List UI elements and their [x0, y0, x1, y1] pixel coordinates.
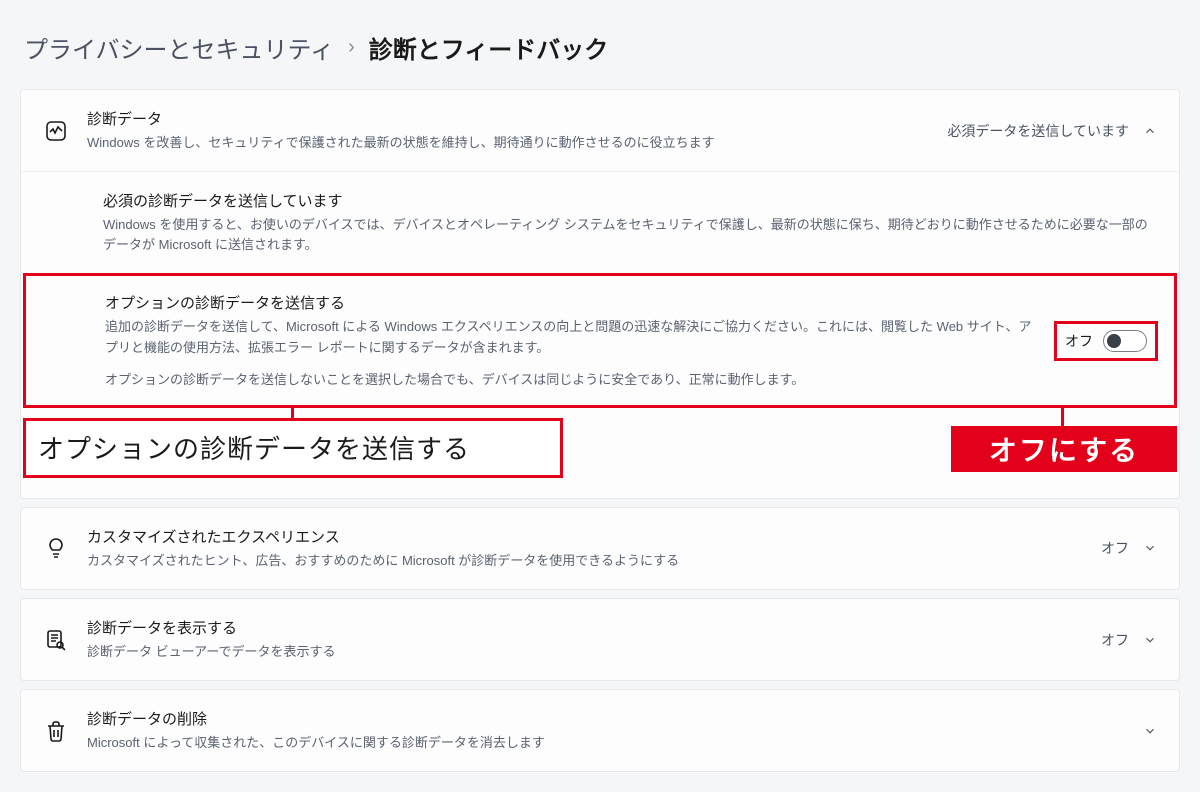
required-desc: Windows を使用すると、お使いのデバイスでは、デバイスとオペレーティング … [103, 215, 1157, 255]
row-tailored[interactable]: カスタマイズされたエクスペリエンス カスタマイズされたヒント、広告、おすすめのた… [21, 508, 1179, 589]
chevron-up-icon [1143, 124, 1157, 138]
card-diagnostic-data: 診断データ Windows を改善し、セキュリティで保護された最新の状態を維持し… [20, 89, 1180, 499]
delete-desc: Microsoft によって収集された、このデバイスに関する診断データを消去しま… [87, 733, 1125, 753]
diagnostic-title: 診断データ [87, 108, 929, 129]
delete-title: 診断データの削除 [87, 708, 1125, 729]
annotation-layer: オプションの診断データを送信する オフにする [21, 408, 1179, 488]
chevron-down-icon [1143, 541, 1157, 555]
required-title: 必須の診断データを送信しています [103, 190, 1157, 211]
annotation-right-label: オフにする [951, 426, 1177, 472]
toggle-knob [1107, 334, 1121, 348]
breadcrumb-separator: › [348, 36, 355, 59]
tailored-status: オフ [1101, 538, 1129, 558]
annotation-left-label: オプションの診断データを送信する [23, 418, 563, 478]
trash-icon [43, 719, 69, 743]
optional-toggle[interactable] [1103, 330, 1147, 352]
card-view-data: 診断データを表示する 診断データ ビューアーでデータを表示する オフ [20, 598, 1180, 681]
row-delete-data[interactable]: 診断データの削除 Microsoft によって収集された、このデバイスに関する診… [21, 690, 1179, 771]
optional-toggle-label: オフ [1065, 331, 1093, 351]
diagnostic-desc: Windows を改善し、セキュリティで保護された最新の状態を維持し、期待通りに… [87, 133, 929, 153]
optional-title: オプションの診断データを送信する [105, 292, 1039, 313]
tailored-title: カスタマイズされたエクスペリエンス [87, 526, 1083, 547]
row-diagnostic-data-header[interactable]: 診断データ Windows を改善し、セキュリティで保護された最新の状態を維持し… [21, 90, 1179, 171]
card-delete-data: 診断データの削除 Microsoft によって収集された、このデバイスに関する診… [20, 689, 1180, 772]
breadcrumb-current: 診断とフィードバック [369, 30, 609, 65]
optional-desc: 追加の診断データを送信して、Microsoft による Windows エクスペ… [105, 317, 1039, 357]
view-status: オフ [1101, 630, 1129, 650]
view-desc: 診断データ ビューアーでデータを表示する [87, 642, 1083, 662]
lightbulb-icon [43, 536, 69, 560]
breadcrumb-parent[interactable]: プライバシーとセキュリティ [24, 30, 334, 65]
annotation-connector-right [1061, 408, 1064, 428]
tailored-desc: カスタマイズされたヒント、広告、おすすめのために Microsoft が診断デー… [87, 551, 1083, 571]
document-search-icon [43, 628, 69, 652]
card-tailored-experiences: カスタマイズされたエクスペリエンス カスタマイズされたヒント、広告、おすすめのた… [20, 507, 1180, 590]
optional-toggle-wrap: オフ [1057, 324, 1155, 358]
row-required-data: 必須の診断データを送信しています Windows を使用すると、お使いのデバイス… [21, 171, 1179, 273]
view-title: 診断データを表示する [87, 617, 1083, 638]
optional-note: オプションの診断データを送信しないことを選択した場合でも、デバイスは同じように安… [105, 370, 1039, 390]
diagnostic-icon [43, 119, 69, 143]
chevron-down-icon [1143, 724, 1157, 738]
diagnostic-status: 必須データを送信しています [947, 121, 1129, 141]
chevron-down-icon [1143, 633, 1157, 647]
breadcrumb: プライバシーとセキュリティ › 診断とフィードバック [0, 0, 1200, 89]
row-view-data[interactable]: 診断データを表示する 診断データ ビューアーでデータを表示する オフ [21, 599, 1179, 680]
row-optional-data: オプションの診断データを送信する 追加の診断データを送信して、Microsoft… [23, 273, 1177, 407]
